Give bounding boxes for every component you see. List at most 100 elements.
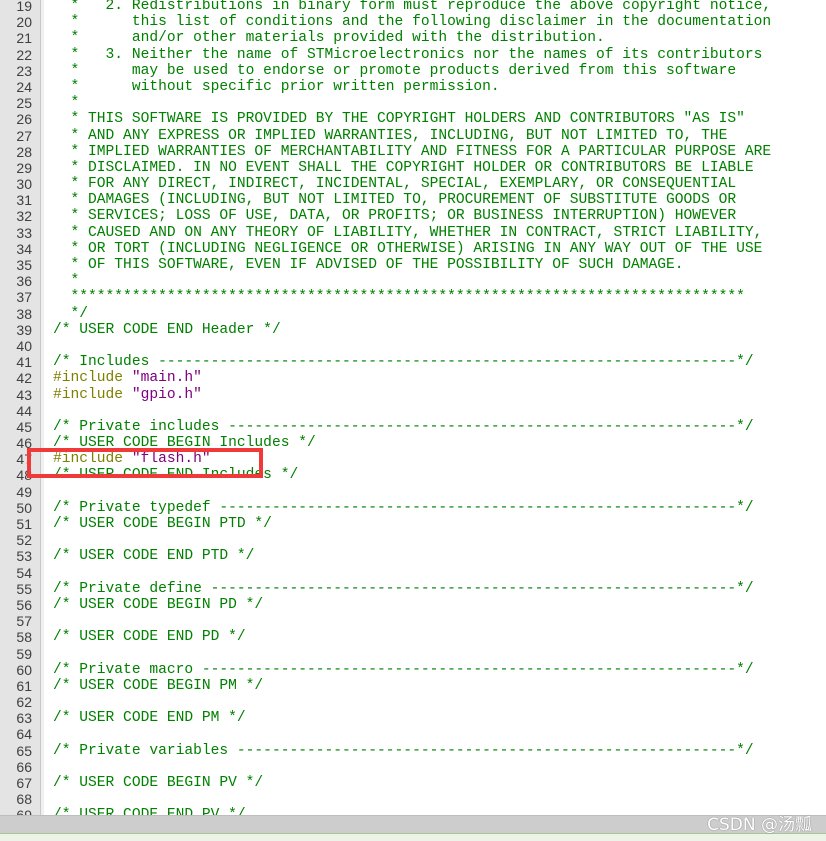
line-number: 20 bbox=[16, 14, 32, 31]
code-comment: * bbox=[53, 95, 80, 112]
code-line[interactable]: 33 * CAUSED AND ON ANY THEORY OF LIABILI… bbox=[0, 225, 826, 241]
code-line[interactable]: 42 #include "main.h" bbox=[0, 370, 826, 386]
line-code: * 2. Redistributions in binary form must… bbox=[53, 0, 772, 14]
code-comment: /* Private includes --------------------… bbox=[53, 418, 754, 435]
line-code: * DAMAGES (INCLUDING, BUT NOT LIMITED TO… bbox=[53, 192, 737, 209]
code-line[interactable]: 22 * 3. Neither the name of STMicroelect… bbox=[0, 47, 826, 63]
code-line[interactable]: 62 bbox=[0, 694, 826, 710]
code-comment: * 2. Redistributions in binary form must… bbox=[53, 0, 772, 14]
code-line[interactable]: 66 bbox=[0, 759, 826, 775]
line-number: 39 bbox=[16, 321, 32, 338]
code-line[interactable]: 69 /* USER CODE END PV */ bbox=[0, 807, 826, 815]
code-line[interactable]: 41 /* Includes --------------------------… bbox=[0, 354, 826, 370]
code-line[interactable]: 54 bbox=[0, 565, 826, 581]
code-line[interactable]: 23 * may be used to endorse or promote p… bbox=[0, 63, 826, 79]
code-line[interactable]: 27 * AND ANY EXPRESS OR IMPLIED WARRANTI… bbox=[0, 128, 826, 144]
code-line[interactable]: 37 *************************************… bbox=[0, 289, 826, 305]
line-code: * without specific prior written permiss… bbox=[53, 79, 500, 95]
code-line[interactable]: 49 bbox=[0, 484, 826, 500]
line-number: 40 bbox=[16, 337, 32, 354]
line-number: 54 bbox=[16, 564, 32, 581]
code-comment: /* Private define ----------------------… bbox=[53, 580, 754, 597]
code-line[interactable]: 30 * FOR ANY DIRECT, INDIRECT, INCIDENTA… bbox=[0, 176, 826, 192]
line-code: /* USER CODE END Header */ bbox=[53, 322, 281, 338]
code-line[interactable]: 43 #include "gpio.h" bbox=[0, 387, 826, 403]
code-comment: * OF THIS SOFTWARE, EVEN IF ADVISED OF T… bbox=[53, 257, 684, 273]
code-line[interactable]: 21 * and/or other materials provided wit… bbox=[0, 30, 826, 46]
code-line[interactable]: 20 * this list of conditions and the fol… bbox=[0, 14, 826, 30]
code-line[interactable]: 50 /* Private typedef -------------------… bbox=[0, 500, 826, 516]
code-line[interactable]: 51 /* USER CODE BEGIN PTD */ bbox=[0, 516, 826, 532]
line-code: * THIS SOFTWARE IS PROVIDED BY THE COPYR… bbox=[53, 111, 745, 127]
code-line[interactable]: 64 bbox=[0, 726, 826, 742]
line-number: 25 bbox=[16, 95, 32, 112]
line-number: 64 bbox=[16, 726, 32, 743]
code-line[interactable]: 29 * DISCLAIMED. IN NO EVENT SHALL THE C… bbox=[0, 160, 826, 176]
line-number: 42 bbox=[16, 370, 32, 387]
preprocessor-directive: #include bbox=[53, 370, 132, 387]
code-line[interactable]: 68 bbox=[0, 791, 826, 807]
code-line[interactable]: 32 * SERVICES; LOSS OF USE, DATA, OR PRO… bbox=[0, 208, 826, 224]
line-number: 56 bbox=[16, 596, 32, 613]
code-editor[interactable]: 19 * 2. Redistributions in binary form m… bbox=[0, 0, 826, 815]
line-number: 38 bbox=[16, 305, 32, 322]
code-line[interactable]: 44 bbox=[0, 403, 826, 419]
code-line[interactable]: 65 /* Private variables -----------------… bbox=[0, 743, 826, 759]
code-line[interactable]: 52 bbox=[0, 532, 826, 548]
code-line[interactable]: 24 * without specific prior written perm… bbox=[0, 79, 826, 95]
line-number: 51 bbox=[16, 516, 32, 532]
code-line[interactable]: 40 bbox=[0, 338, 826, 354]
line-number: 62 bbox=[16, 694, 32, 711]
line-code: /* Includes ----------------------------… bbox=[53, 354, 754, 370]
line-code: * AND ANY EXPRESS OR IMPLIED WARRANTIES,… bbox=[53, 128, 728, 144]
code-line[interactable]: 61 /* USER CODE BEGIN PM */ bbox=[0, 678, 826, 694]
code-line[interactable]: 34 * OR TORT (INCLUDING NEGLIGENCE OR OT… bbox=[0, 241, 826, 257]
line-number: 36 bbox=[16, 273, 32, 290]
code-comment: /* USER CODE BEGIN PD */ bbox=[53, 596, 264, 613]
code-comment: /* Private variables -------------------… bbox=[53, 742, 754, 759]
line-code: /* USER CODE BEGIN PD */ bbox=[53, 597, 263, 613]
line-code: * IMPLIED WARRANTIES OF MERCHANTABILITY … bbox=[53, 144, 772, 160]
horizontal-scrollbar[interactable] bbox=[0, 815, 826, 834]
line-number: 57 bbox=[16, 613, 32, 630]
code-line[interactable]: 57 bbox=[0, 613, 826, 629]
code-line[interactable]: 45 /* Private includes ------------------… bbox=[0, 419, 826, 435]
line-number: 69 bbox=[0, 807, 32, 815]
code-line[interactable]: 28 * IMPLIED WARRANTIES OF MERCHANTABILI… bbox=[0, 144, 826, 160]
line-code: /* USER CODE BEGIN PV */ bbox=[53, 775, 263, 791]
code-line[interactable]: 63 /* USER CODE END PM */ bbox=[0, 710, 826, 726]
line-code: /* USER CODE END PV */ bbox=[53, 807, 246, 815]
watermark: CSDN @汤瓢 bbox=[707, 815, 812, 835]
code-line[interactable]: 58 /* USER CODE END PD */ bbox=[0, 629, 826, 645]
line-code: */ bbox=[53, 306, 89, 322]
code-line[interactable]: 25 * bbox=[0, 95, 826, 111]
code-line[interactable]: 35 * OF THIS SOFTWARE, EVEN IF ADVISED O… bbox=[0, 257, 826, 273]
line-number: 21 bbox=[16, 30, 32, 47]
line-code: /* USER CODE END PM */ bbox=[53, 710, 246, 726]
code-line[interactable]: 19 * 2. Redistributions in binary form m… bbox=[0, 0, 826, 14]
line-number: 30 bbox=[16, 176, 32, 193]
code-comment: * 3. Neither the name of STMicroelectron… bbox=[53, 46, 763, 63]
line-number: 41 bbox=[16, 354, 32, 371]
code-line[interactable]: 59 bbox=[0, 646, 826, 662]
line-code: /* USER CODE BEGIN PM */ bbox=[53, 678, 263, 694]
code-comment: * this list of conditions and the follow… bbox=[53, 14, 772, 31]
code-line[interactable]: 56 /* USER CODE BEGIN PD */ bbox=[0, 597, 826, 613]
code-line[interactable]: 26 * THIS SOFTWARE IS PROVIDED BY THE CO… bbox=[0, 111, 826, 127]
code-line[interactable]: 31 * DAMAGES (INCLUDING, BUT NOT LIMITED… bbox=[0, 192, 826, 208]
line-code: * may be used to endorse or promote prod… bbox=[53, 63, 737, 79]
code-line[interactable]: 60 /* Private macro ---------------------… bbox=[0, 662, 826, 678]
code-line[interactable]: 53 /* USER CODE END PTD */ bbox=[0, 548, 826, 564]
code-line[interactable]: 67 /* USER CODE BEGIN PV */ bbox=[0, 775, 826, 791]
code-comment: * without specific prior written permiss… bbox=[53, 78, 500, 95]
line-number: 26 bbox=[16, 111, 32, 128]
code-line[interactable]: 39 /* USER CODE END Header */ bbox=[0, 322, 826, 338]
code-comment: * DAMAGES (INCLUDING, BUT NOT LIMITED TO… bbox=[53, 192, 737, 209]
code-line[interactable]: 38 */ bbox=[0, 306, 826, 322]
line-number: 65 bbox=[16, 742, 32, 759]
line-code: /* USER CODE END PD */ bbox=[53, 629, 246, 645]
line-number: 49 bbox=[16, 483, 32, 500]
code-line[interactable]: 55 /* Private define --------------------… bbox=[0, 581, 826, 597]
code-line[interactable]: 36 * bbox=[0, 273, 826, 289]
line-code: /* Private macro -----------------------… bbox=[53, 662, 754, 678]
